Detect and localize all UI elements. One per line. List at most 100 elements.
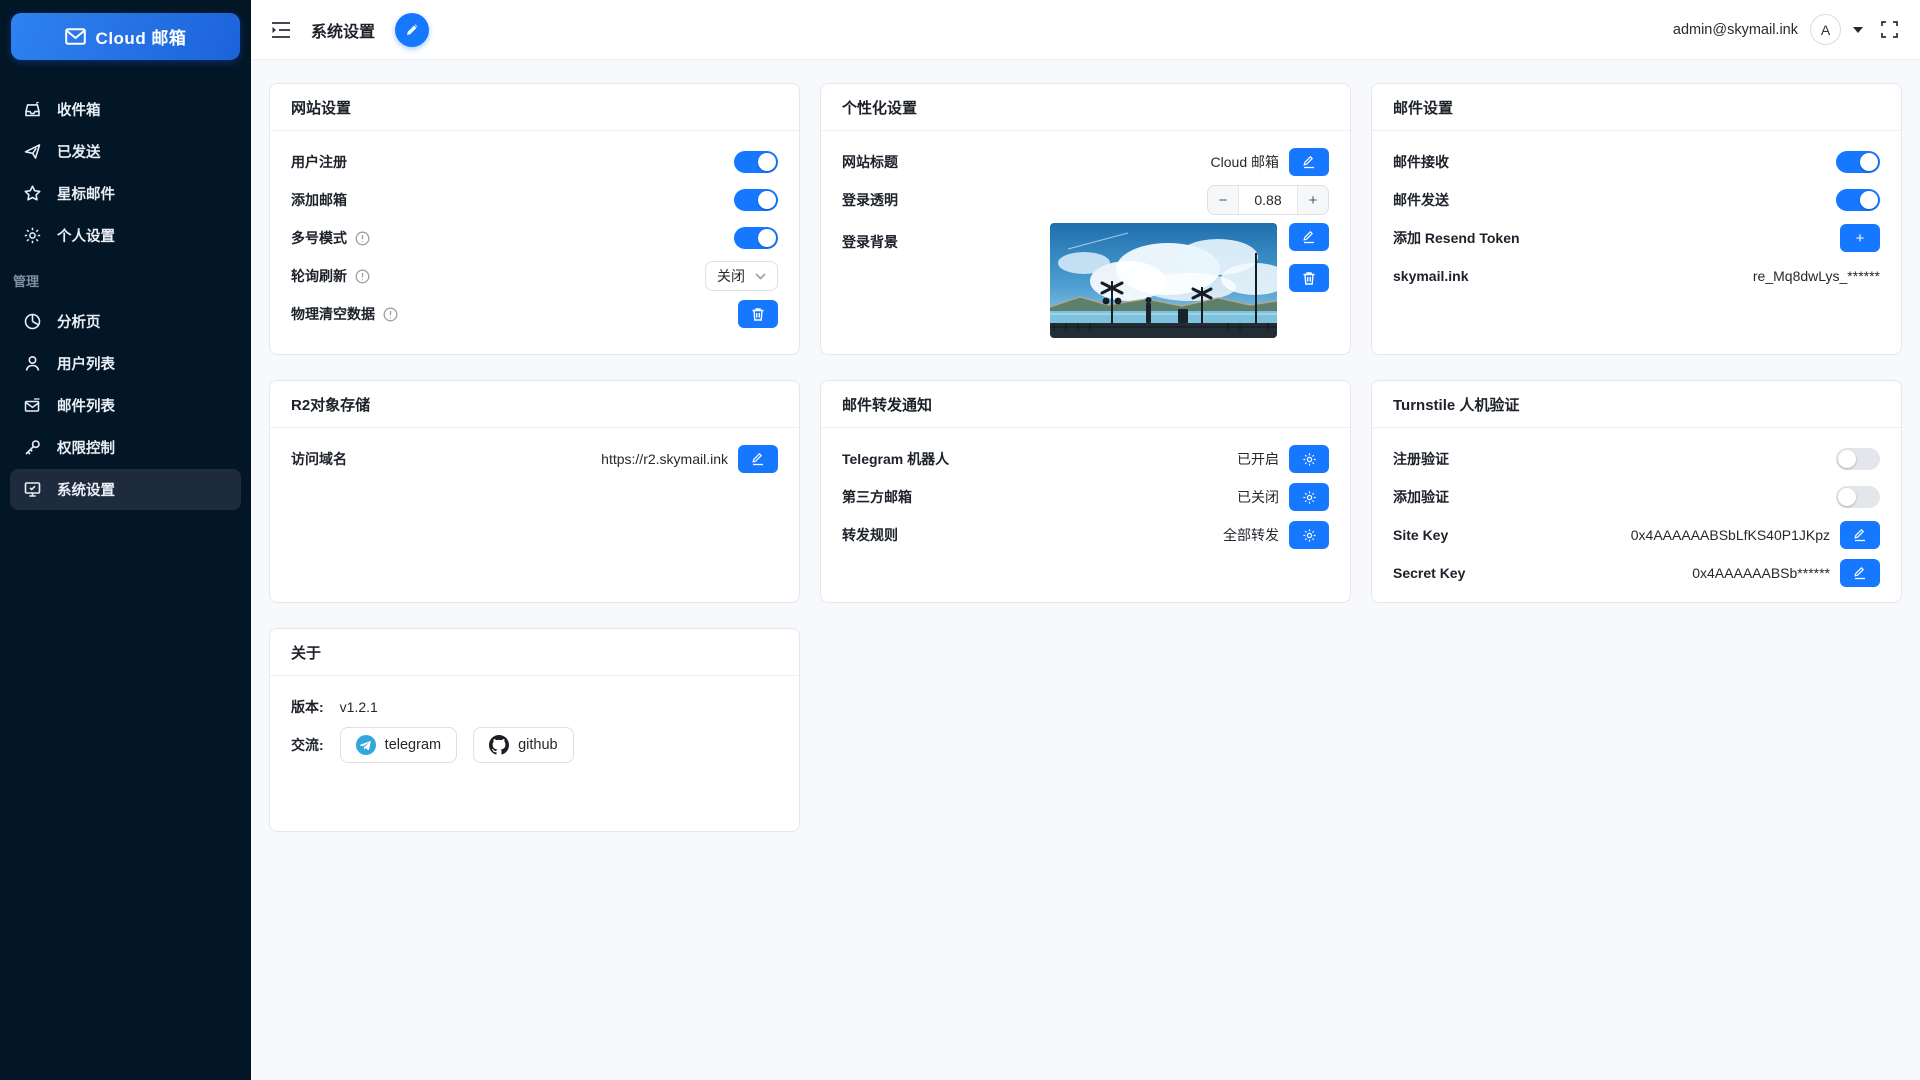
info-icon[interactable] [355, 231, 370, 246]
github-link-button[interactable]: github [473, 727, 574, 763]
resend-token-value: re_Mq8dwLys_****** [1753, 268, 1880, 284]
setting-row-register-verify: 注册验证 [1393, 440, 1880, 478]
forward-rules-settings-button[interactable] [1289, 521, 1329, 549]
about-contact-row: 交流: telegram github [291, 726, 778, 764]
mail-list-icon [23, 396, 42, 415]
card-personalization: 个性化设置 网站标题 Cloud 邮箱 登录透明 [820, 83, 1351, 355]
add-resend-token-button[interactable]: + [1840, 224, 1880, 252]
secret-key-value: 0x4AAAAAABSb****** [1692, 565, 1830, 581]
settings-grid: 网站设置 用户注册 添加邮箱 多号模式 [251, 60, 1920, 832]
topbar: 系统设置 admin@skymail.ink A [251, 0, 1920, 60]
decrement-button[interactable]: − [1208, 186, 1239, 214]
setting-row-forward-rules: 转发规则 全部转发 [842, 516, 1329, 554]
sidebar-item-users[interactable]: 用户列表 [10, 343, 241, 384]
user-register-toggle[interactable] [734, 151, 778, 173]
setting-row-polling: 轮询刷新 关闭 [291, 257, 778, 295]
setting-row-purge-data: 物理清空数据 [291, 295, 778, 333]
sidebar-item-label: 系统设置 [57, 479, 115, 500]
third-party-settings-button[interactable] [1289, 483, 1329, 511]
trash-icon [1302, 271, 1316, 286]
github-icon [489, 735, 509, 755]
sidebar-item-label: 收件箱 [57, 99, 101, 120]
sidebar-item-label: 个人设置 [57, 225, 115, 246]
mail-receive-toggle[interactable] [1836, 151, 1880, 173]
avatar[interactable]: A [1810, 14, 1841, 45]
app-logo-label: Cloud 邮箱 [96, 24, 187, 49]
setting-row-add-mailbox: 添加邮箱 [291, 181, 778, 219]
setting-row-add-verify: 添加验证 [1393, 478, 1880, 516]
sidebar-item-label: 分析页 [57, 311, 101, 332]
sidebar-item-inbox[interactable]: 收件箱 [10, 89, 241, 130]
third-party-status: 已关闭 [1237, 487, 1279, 507]
polling-select[interactable]: 关闭 [705, 261, 778, 291]
edit-r2-domain-button[interactable] [738, 445, 778, 473]
setting-row-token-value: skymail.ink re_Mq8dwLys_****** [1393, 257, 1880, 295]
gear-icon [1302, 452, 1317, 467]
login-opacity-value[interactable]: 0.88 [1239, 186, 1297, 214]
increment-button[interactable]: + [1297, 186, 1328, 214]
info-icon[interactable] [355, 269, 370, 284]
about-version-row: 版本: v1.2.1 [291, 688, 778, 726]
sidebar-item-system-settings[interactable]: 系统设置 [10, 469, 241, 510]
app-root: Cloud 邮箱 收件箱 已发送 星标邮件 个人设置 管理 分析页 [0, 0, 1920, 1080]
pencil-icon [751, 452, 765, 466]
card-mail-settings: 邮件设置 邮件接收 邮件发送 添加 Resend Token + [1371, 83, 1902, 355]
multi-account-toggle[interactable] [734, 227, 778, 249]
edit-site-key-button[interactable] [1840, 521, 1880, 549]
setting-row-mail-receive: 邮件接收 [1393, 143, 1880, 181]
edit-login-background-button[interactable] [1289, 223, 1329, 251]
pie-chart-icon [23, 312, 42, 331]
fullscreen-icon[interactable] [1881, 21, 1898, 38]
sidebar-item-mail-list[interactable]: 邮件列表 [10, 385, 241, 426]
card-title: R2对象存储 [270, 381, 799, 428]
sidebar-item-label: 已发送 [57, 141, 101, 162]
sidebar-item-sent[interactable]: 已发送 [10, 131, 241, 172]
main-area: 系统设置 admin@skymail.ink A 网站设置 [251, 0, 1920, 1080]
add-mailbox-toggle[interactable] [734, 189, 778, 211]
edit-site-title-button[interactable] [1289, 148, 1329, 176]
pencil-icon [1302, 155, 1316, 169]
setting-row-resend-token: 添加 Resend Token + [1393, 219, 1880, 257]
telegram-link-button[interactable]: telegram [340, 727, 457, 763]
sidebar-section-admin: 管理 [0, 257, 251, 300]
edit-secret-key-button[interactable] [1840, 559, 1880, 587]
chevron-down-icon[interactable] [1853, 27, 1863, 33]
sidebar-item-personal-settings[interactable]: 个人设置 [10, 215, 241, 256]
site-title-value: Cloud 邮箱 [1211, 152, 1279, 172]
login-background-preview [1050, 223, 1277, 338]
setting-row-login-opacity: 登录透明 − 0.88 + [842, 181, 1329, 219]
card-title: 关于 [270, 629, 799, 676]
mail-logo-icon [65, 28, 86, 45]
star-icon [23, 184, 42, 203]
setting-row-site-key: Site Key 0x4AAAAAABSbLfKS40P1JKpz [1393, 516, 1880, 554]
telegram-icon [356, 735, 376, 755]
send-icon [23, 142, 42, 161]
sidebar-item-permissions[interactable]: 权限控制 [10, 427, 241, 468]
register-verify-toggle[interactable] [1836, 448, 1880, 470]
monitor-check-icon [23, 480, 42, 499]
pencil-icon [1853, 528, 1867, 542]
delete-login-background-button[interactable] [1289, 264, 1329, 292]
edit-page-button[interactable] [395, 13, 429, 47]
card-title: 邮件转发通知 [821, 381, 1350, 428]
card-title: 邮件设置 [1372, 84, 1901, 131]
sidebar-item-starred[interactable]: 星标邮件 [10, 173, 241, 214]
user-icon [23, 354, 42, 373]
card-turnstile: Turnstile 人机验证 注册验证 添加验证 Site Key 0x4AAA… [1371, 380, 1902, 603]
app-logo[interactable]: Cloud 邮箱 [11, 13, 240, 60]
purge-data-button[interactable] [738, 300, 778, 328]
info-icon[interactable] [383, 307, 398, 322]
telegram-bot-settings-button[interactable] [1289, 445, 1329, 473]
add-verify-toggle[interactable] [1836, 486, 1880, 508]
gear-icon [1302, 490, 1317, 505]
site-key-value: 0x4AAAAAABSbLfKS40P1JKpz [1631, 527, 1830, 543]
pencil-icon [404, 22, 420, 38]
sidebar: Cloud 邮箱 收件箱 已发送 星标邮件 个人设置 管理 分析页 [0, 0, 251, 1080]
sidebar-collapse-icon[interactable] [271, 21, 291, 39]
chevron-down-icon [755, 273, 766, 280]
sidebar-item-analytics[interactable]: 分析页 [10, 301, 241, 342]
card-r2-storage: R2对象存储 访问域名 https://r2.skymail.ink [269, 380, 800, 603]
card-title: 个性化设置 [821, 84, 1350, 131]
mail-send-toggle[interactable] [1836, 189, 1880, 211]
setting-row-secret-key: Secret Key 0x4AAAAAABSb****** [1393, 554, 1880, 592]
